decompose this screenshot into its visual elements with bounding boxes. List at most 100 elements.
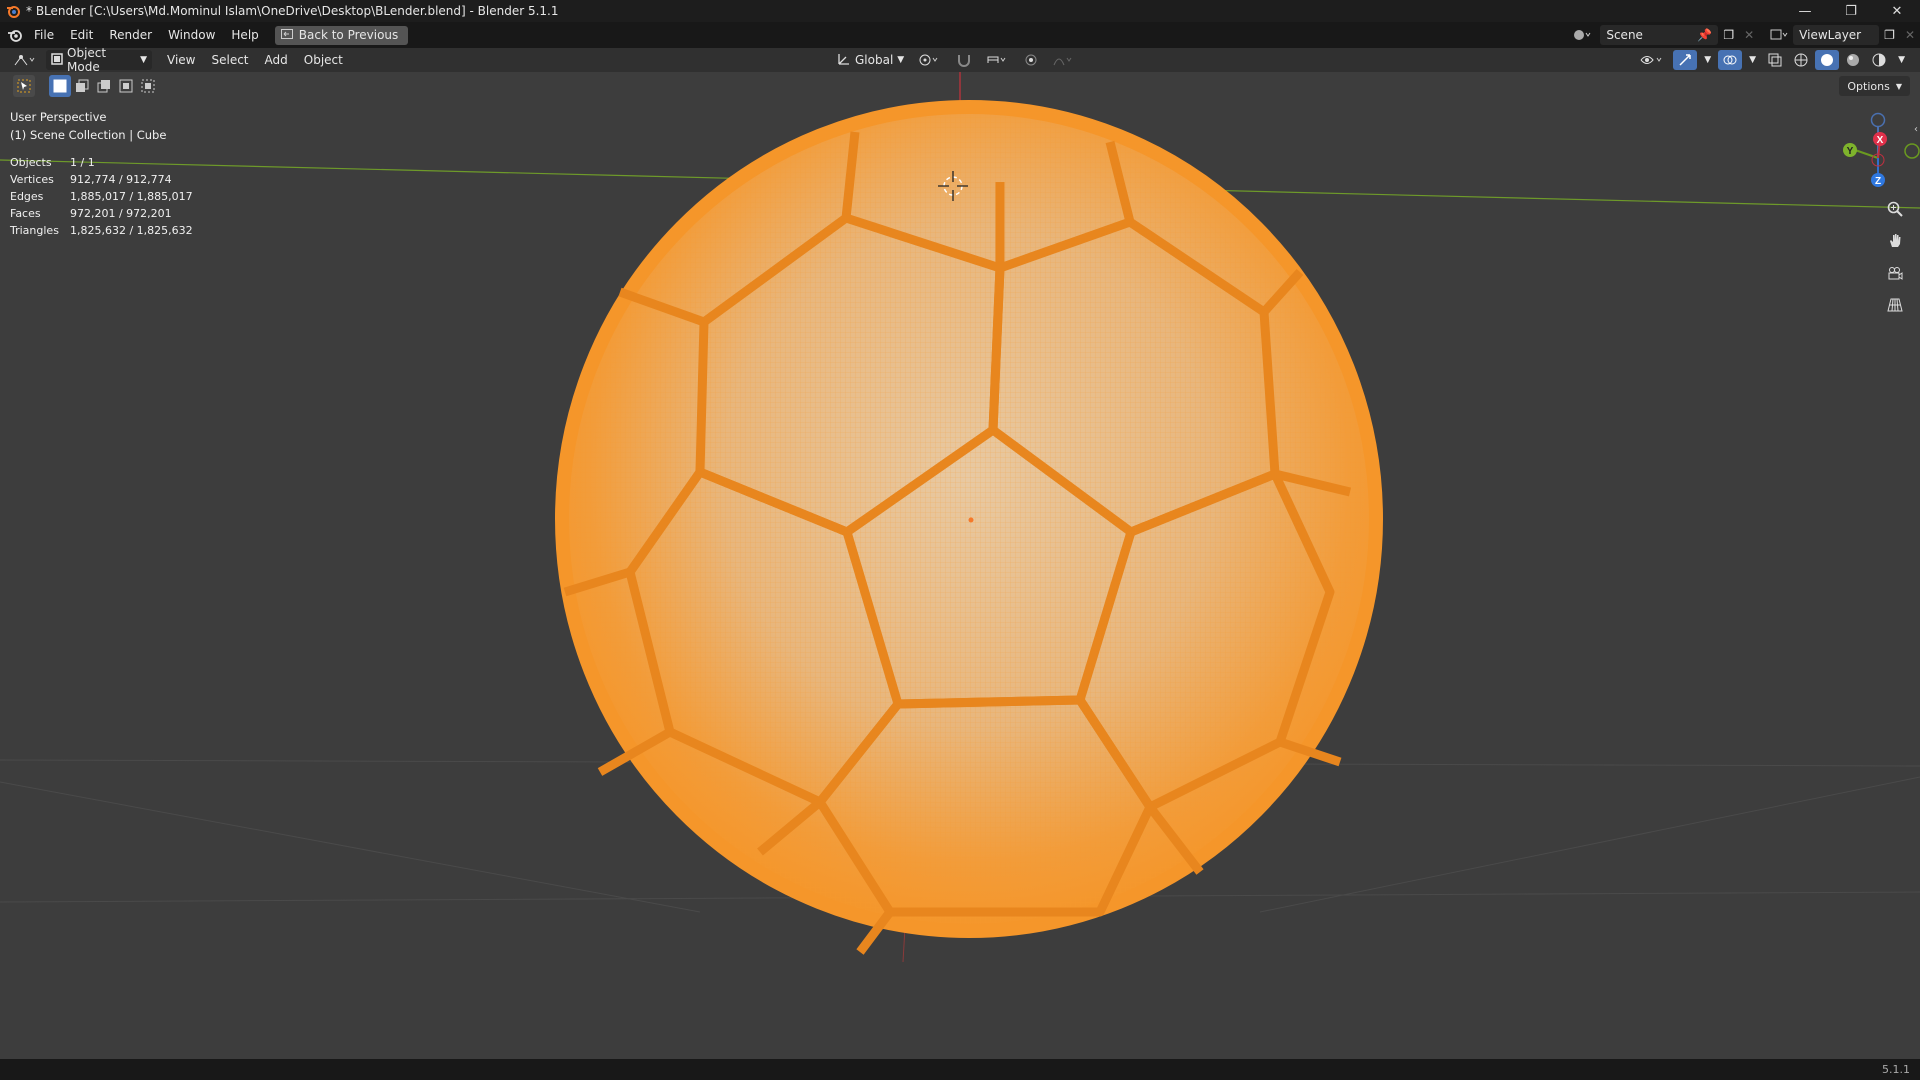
3d-viewport[interactable] — [0, 72, 1920, 1059]
stat-label: Triangles — [10, 224, 59, 237]
stat-value: 912,774 / 912,774 — [70, 173, 172, 186]
perspective-toggle-icon[interactable] — [1882, 292, 1908, 318]
menu-help[interactable]: Help — [223, 24, 266, 46]
stat-label: Objects — [10, 156, 52, 169]
chevron-down-icon: ▼ — [1895, 81, 1902, 91]
status-bar: 5.1.1 — [0, 1059, 1920, 1080]
solid-shading-icon[interactable] — [1815, 50, 1840, 70]
scene-statistics: Objects 1 / 1 Vertices 912,774 / 912,774 E… — [10, 154, 193, 239]
minimize-icon[interactable]: — — [1782, 0, 1828, 22]
pivot-point-icon[interactable] — [913, 50, 947, 70]
stat-value: 1,885,017 / 1,885,017 — [70, 190, 193, 203]
chevron-down-icon: ▼ — [140, 55, 147, 65]
neg-y-axis-icon[interactable] — [1904, 143, 1920, 159]
zoom-icon[interactable] — [1882, 196, 1908, 222]
sidebar-toggle-icon[interactable]: ‹ — [1914, 124, 1918, 135]
stat-label: Vertices — [10, 173, 54, 186]
menu-render[interactable]: Render — [101, 24, 160, 46]
stat-row: Objects 1 / 1 — [10, 154, 193, 171]
gizmo-y-label: Y — [1847, 146, 1854, 157]
tool-settings-row — [0, 72, 1920, 100]
menu-select[interactable]: Select — [206, 50, 253, 70]
overlays-dropdown-icon[interactable]: ▼ — [1744, 50, 1761, 70]
select-invert-icon[interactable] — [115, 75, 137, 97]
overlays-toggle-icon[interactable] — [1718, 50, 1743, 70]
scene-selector[interactable]: Scene 📌 — [1600, 25, 1719, 45]
camera-view-icon[interactable] — [1882, 260, 1908, 286]
neg-z-axis-icon[interactable] — [1870, 112, 1886, 128]
menu-view[interactable]: View — [162, 50, 200, 70]
window-title: * BLender [C:\Users\Md.Mominul Islam\One… — [26, 4, 559, 18]
stat-value: 1 / 1 — [70, 156, 95, 169]
menu-edit[interactable]: Edit — [62, 24, 101, 46]
stat-row: Faces 972,201 / 972,201 — [10, 205, 193, 222]
editor-type-icon[interactable] — [8, 50, 42, 70]
options-button[interactable]: Options ▼ — [1839, 76, 1910, 96]
scene-name: Scene — [1606, 28, 1643, 42]
falloff-icon[interactable] — [1047, 50, 1081, 70]
blender-menu-icon[interactable] — [4, 24, 26, 46]
proportional-edit-icon[interactable] — [1019, 50, 1043, 70]
stat-label: Faces — [10, 207, 41, 220]
scene-browse-icon[interactable] — [1568, 25, 1596, 45]
viewport-header: Object Mode ▼ View Select Add Object Glo… — [0, 46, 1920, 74]
pan-hand-icon[interactable] — [1882, 228, 1908, 254]
version-label: 5.1.1 — [1882, 1063, 1910, 1076]
viewlayer-selector[interactable]: ViewLayer — [1793, 25, 1880, 45]
material-shading-icon[interactable] — [1841, 50, 1865, 70]
select-tool-icon[interactable] — [13, 75, 35, 97]
screen-back-icon — [280, 26, 293, 45]
window-titlebar: * BLender [C:\Users\Md.Mominul Islam\One… — [0, 0, 1920, 22]
menu-file[interactable]: File — [26, 24, 62, 46]
options-label: Options — [1847, 79, 1890, 93]
pin-icon[interactable]: 📌 — [1697, 28, 1712, 42]
snap-target-icon[interactable] — [981, 50, 1015, 70]
close-icon[interactable]: ✕ — [1874, 0, 1920, 22]
select-subtract-icon[interactable] — [93, 75, 115, 97]
xray-toggle-icon[interactable] — [1763, 50, 1787, 70]
menu-add[interactable]: Add — [260, 50, 293, 70]
stat-row: Edges 1,885,017 / 1,885,017 — [10, 188, 193, 205]
top-menubar: File Edit Render Window Help Back to Pre… — [0, 22, 1920, 48]
gizmo-toggle-icon[interactable] — [1673, 50, 1698, 70]
back-to-previous-button[interactable]: Back to Previous — [274, 25, 409, 45]
viewport-navigation — [1882, 196, 1908, 318]
select-intersect-icon[interactable] — [137, 75, 159, 97]
orientation-label: Global — [855, 53, 894, 67]
menu-window[interactable]: Window — [160, 24, 223, 46]
view-perspective-label: User Perspective — [10, 110, 107, 124]
stat-row: Vertices 912,774 / 912,774 — [10, 171, 193, 188]
rendered-shading-icon[interactable] — [1867, 50, 1891, 70]
select-extend-icon[interactable] — [71, 75, 93, 97]
object-mode-icon — [51, 52, 63, 68]
mode-selector[interactable]: Object Mode ▼ — [46, 46, 152, 74]
viewlayer-name: ViewLayer — [1799, 28, 1862, 42]
stat-row: Triangles 1,825,632 / 1,825,632 — [10, 222, 193, 239]
new-viewlayer-icon[interactable]: ❐ — [1879, 25, 1900, 45]
menu-object[interactable]: Object — [299, 50, 348, 70]
shading-dropdown-icon[interactable]: ▼ — [1893, 50, 1910, 70]
gizmo-z-label: Z — [1875, 176, 1881, 187]
delete-viewlayer-icon[interactable]: ✕ — [1900, 25, 1920, 45]
stat-value: 972,201 / 972,201 — [70, 207, 172, 220]
snap-toggle-icon[interactable] — [951, 50, 977, 70]
viewlayer-browse-icon[interactable] — [1765, 25, 1793, 45]
stat-label: Edges — [10, 190, 44, 203]
gizmo-x-label: X — [1877, 135, 1884, 146]
restore-icon[interactable]: ❐ — [1828, 0, 1874, 22]
stat-value: 1,825,632 / 1,825,632 — [70, 224, 193, 237]
blender-logo-icon — [4, 2, 22, 20]
orientation-icon — [837, 52, 851, 69]
back-to-previous-label: Back to Previous — [298, 27, 399, 42]
new-scene-icon[interactable]: ❐ — [1718, 25, 1739, 45]
chevron-down-icon: ▼ — [897, 55, 905, 65]
wireframe-shading-icon[interactable] — [1789, 50, 1813, 70]
select-new-icon[interactable] — [49, 75, 71, 97]
transform-orientation-selector[interactable]: Global ▼ — [832, 50, 909, 70]
delete-scene-icon[interactable]: ✕ — [1739, 25, 1759, 45]
gizmo-dropdown-icon[interactable]: ▼ — [1699, 50, 1716, 70]
visibility-icon[interactable] — [1635, 50, 1671, 70]
mode-label: Object Mode — [67, 46, 107, 74]
viewport-info: User Perspective (1) Scene Collection | … — [10, 108, 166, 144]
navigation-gizmo[interactable]: X Y Z — [1830, 105, 1920, 195]
